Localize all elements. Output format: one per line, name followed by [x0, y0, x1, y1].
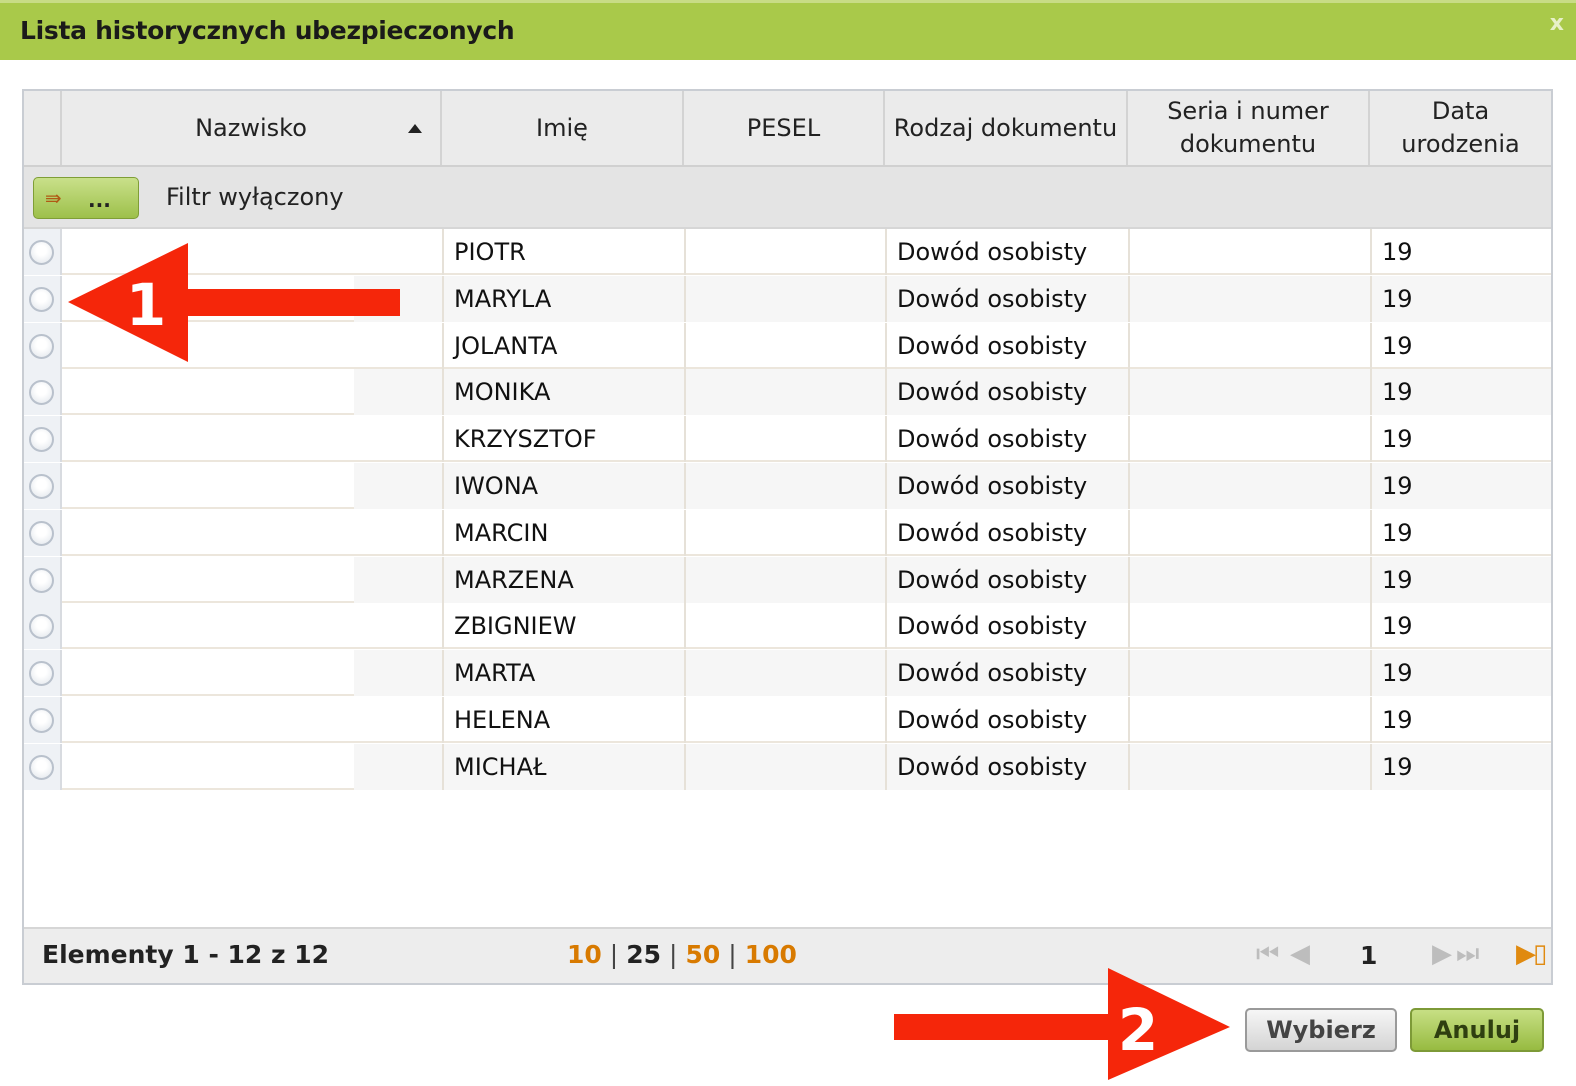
annotation-label-1: 1 [126, 271, 166, 339]
annotation-overlay: 1 2 [68, 243, 1230, 1080]
annotation-arrow-2: 2 [894, 968, 1230, 1080]
annotation-arrow-1: 1 [68, 243, 400, 362]
annotation-label-2: 2 [1118, 996, 1158, 1064]
